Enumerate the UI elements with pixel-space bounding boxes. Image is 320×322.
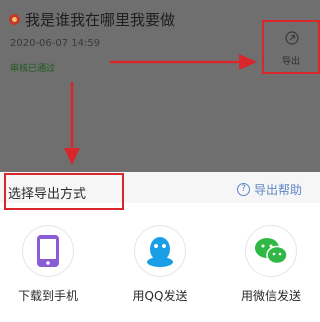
review-status: 审核已通过 (10, 64, 56, 74)
qq-send-option[interactable]: 用QQ发送 (120, 225, 200, 304)
dimmed-note-card: 我是谁我在哪里我要做 2020-06-07 14:59 审核已通过 导出 (0, 0, 320, 172)
export-button[interactable]: 导出 (262, 20, 320, 74)
option-label: 下载到手机 (17, 289, 78, 303)
phone-icon (22, 225, 74, 277)
wechat-send-option[interactable]: 用微信发送 (231, 225, 311, 304)
help-label: 导出帮助 (254, 183, 303, 197)
question-circle-icon: ? (237, 183, 250, 196)
export-help-link[interactable]: ? 导出帮助 (237, 181, 302, 198)
note-title: 我是谁我在哪里我要做 (25, 11, 176, 29)
export-icon (285, 31, 299, 45)
export-label: 导出 (281, 57, 300, 67)
qq-penguin-icon (134, 225, 186, 277)
recording-icon (9, 14, 20, 25)
download-to-phone-option[interactable]: 下载到手机 (8, 225, 88, 304)
option-label: 用QQ发送 (132, 289, 188, 303)
sheet-heading: 选择导出方式 (8, 187, 87, 202)
option-label: 用微信发送 (240, 289, 301, 303)
wechat-icon (245, 225, 297, 277)
export-sheet: 选择导出方式 ? 导出帮助 下载到手机 用QQ发送 用微信发送 (0, 172, 320, 322)
note-date: 2020-06-07 14:59 (10, 38, 101, 49)
